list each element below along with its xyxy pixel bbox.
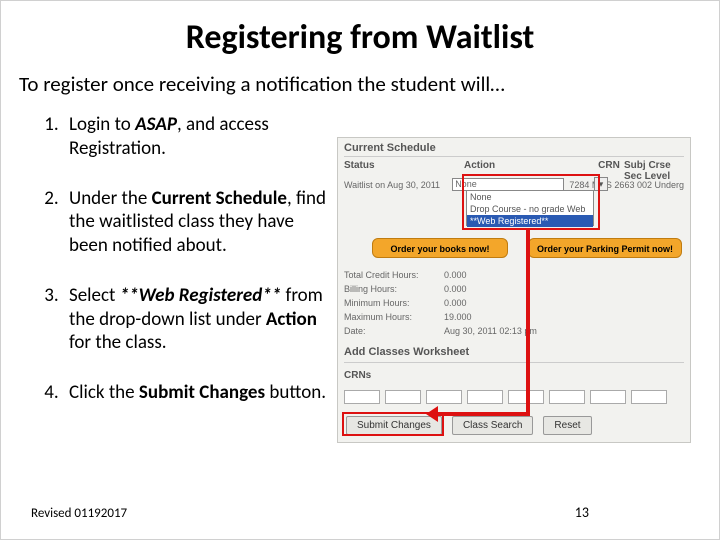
section-current-schedule: Current Schedule [344,142,436,154]
footer-revised: Revised 01192017 [31,506,127,521]
info-max-hours: Maximum Hours:19.000 [344,312,472,322]
divider [344,156,684,157]
registration-screenshot: Current Schedule Status Action CRN Subj … [337,137,691,443]
crn-input[interactable] [344,390,380,404]
crn-input[interactable] [549,390,585,404]
info-billing: Billing Hours:0.000 [344,284,467,294]
info-min-hours: Minimum Hours:0.000 [344,298,467,308]
footer-page-number: 13 [575,504,589,521]
step-1: Login to ASAP, and access Registration. [63,113,333,161]
crn-input[interactable] [508,390,544,404]
step-2: Under the Current Schedule, find the wai… [63,187,333,258]
dropdown-option-web-registered[interactable]: **Web Registered** [467,215,593,227]
class-search-button[interactable]: Class Search [452,416,533,435]
section-add-classes-worksheet: Add Classes Worksheet [344,346,469,358]
info-date: Date:Aug 30, 2011 02:13 pm [344,326,537,336]
crn-input[interactable] [631,390,667,404]
divider [344,362,684,363]
chevron-down-icon[interactable]: ▾ [594,177,608,191]
step-3: Select **Web Registered** from the drop-… [63,284,333,355]
info-total-credit: Total Credit Hours:0.000 [344,270,467,280]
intro-text: To register once receiving a notificatio… [19,71,701,97]
crn-input[interactable] [590,390,626,404]
col-subj-crse: Subj Crse Sec Level [624,160,684,174]
order-books-button[interactable]: Order your books now! [372,238,508,258]
page-title: Registering from Waitlist [1,17,719,58]
crns-label: CRNs [344,370,371,381]
dropdown-option-drop[interactable]: Drop Course - no grade Web [467,203,593,215]
action-dropdown[interactable]: ▾ None Drop Course - no grade Web **Web … [466,190,594,226]
col-action: Action [464,160,594,174]
crn-input[interactable] [426,390,462,404]
step-list: Login to ASAP, and access Registration. … [33,113,333,431]
crn-input[interactable] [467,390,503,404]
course-info: 7284 MUS 2663 002 Underg [569,180,684,190]
slide: Registering from Waitlist To register on… [0,0,720,540]
col-status: Status [344,160,464,174]
submit-changes-button[interactable]: Submit Changes [346,416,442,435]
dropdown-option-none[interactable]: None [467,191,593,203]
step-4: Click the Submit Changes button. [63,381,333,405]
crn-input-row [344,390,667,404]
col-crn: CRN [594,160,624,174]
crn-input[interactable] [385,390,421,404]
order-parking-button[interactable]: Order your Parking Permit now! [528,238,682,258]
table-header: Status Action CRN Subj Crse Sec Level [344,160,684,174]
reset-button[interactable]: Reset [543,416,591,435]
status-text: Waitlist on Aug 30, 2011 [344,180,452,190]
bottom-button-row: Submit Changes Class Search Reset [346,416,592,435]
